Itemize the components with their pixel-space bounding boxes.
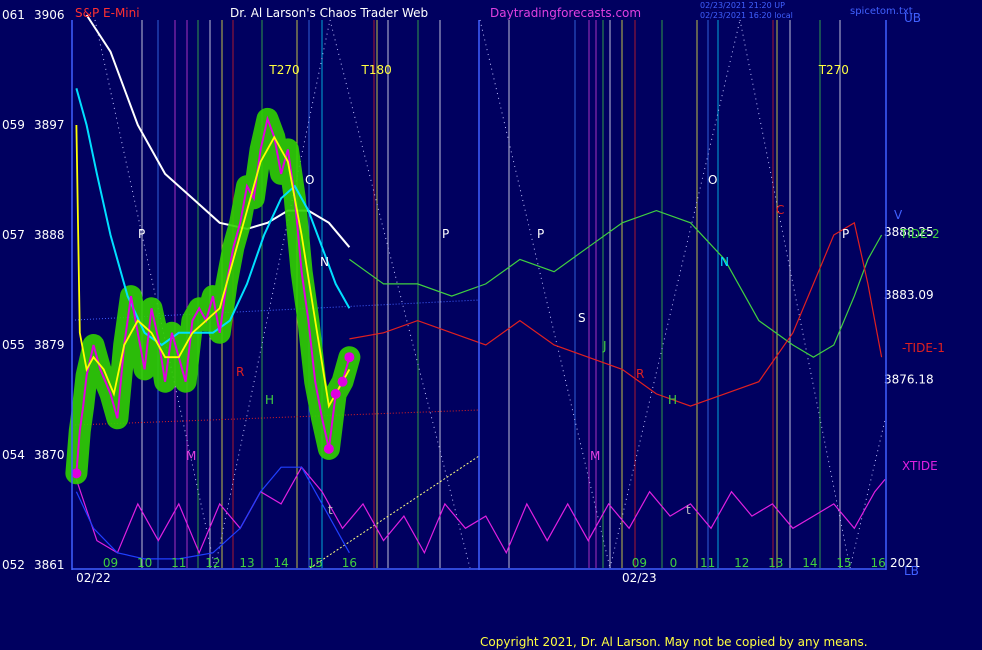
site-link[interactable]: Daytradingforecasts.com — [490, 6, 641, 20]
x-hour-label: 15 — [836, 556, 851, 570]
planet-letter: R — [636, 367, 644, 381]
x-hour-label: 16 — [342, 556, 357, 570]
planet-letter: H — [668, 393, 677, 407]
planet-letter: t — [686, 503, 691, 517]
copyright-footer: Copyright 2021, Dr. Al Larson. May not b… — [480, 635, 868, 649]
planet-letter: P — [442, 227, 449, 241]
x-hour-label: 09 — [632, 556, 647, 570]
price-point — [330, 388, 341, 399]
right-level-label: 3883.09 — [884, 288, 934, 302]
curve-label: XTIDE — [902, 459, 938, 473]
corner-label-top: UB — [904, 11, 921, 25]
right-level-label: 3876.18 — [884, 372, 934, 386]
price-point — [323, 443, 334, 454]
planet-letter: R — [236, 365, 244, 379]
corner-label-bottom: LB — [904, 564, 919, 578]
x-hour-label: 13 — [768, 556, 783, 570]
x-hour-label: 10 — [137, 556, 152, 570]
y-price-label: 3897 — [34, 118, 65, 132]
price-point — [344, 352, 355, 363]
chart-title: Dr. Al Larson's Chaos Trader Web — [230, 6, 428, 20]
planet-letter: H — [265, 393, 274, 407]
time-marker-label: T180 — [361, 63, 392, 77]
x-hour-label: 16 — [871, 556, 886, 570]
planet-letter: S — [578, 311, 586, 325]
planet-letter: N — [720, 255, 729, 269]
x-hour-label: 11 — [171, 556, 186, 570]
planet-letter: t — [328, 503, 333, 517]
planet-letter: O — [305, 173, 314, 187]
x-hour-label: 11 — [700, 556, 715, 570]
timestamp-1: 02/23/2021 21:20 UP — [700, 1, 785, 10]
x-date-label: 02/22 — [76, 571, 111, 585]
price-point — [337, 376, 348, 387]
x-hour-label: 14 — [273, 556, 288, 570]
planet-letter: J — [602, 339, 607, 353]
y-price-label: 3870 — [34, 448, 65, 462]
x-hour-label: 12 — [734, 556, 749, 570]
x-hour-label: 09 — [103, 556, 118, 570]
x-hour-label: 12 — [205, 556, 220, 570]
time-marker-label: T270 — [818, 63, 849, 77]
timestamp-2: 02/23/2021 16:20 local — [700, 11, 793, 20]
planet-letter: C — [776, 203, 784, 217]
curve-label: -TIDE-1 — [902, 341, 945, 355]
price-point — [71, 468, 82, 479]
x-hour-label: 13 — [239, 556, 254, 570]
planet-letter: P — [537, 227, 544, 241]
planet-letter: V — [894, 208, 903, 222]
y-index-label: 052 — [2, 558, 25, 572]
y-price-label: 3861 — [34, 558, 65, 572]
y-price-label: 3888 — [34, 228, 65, 242]
planet-letter: N — [320, 255, 329, 269]
x-hour-label: 0 — [670, 556, 678, 570]
y-index-label: 061 — [2, 8, 25, 22]
y-index-label: 059 — [2, 118, 25, 132]
planet-letter: P — [842, 227, 849, 241]
planet-letter: P — [138, 227, 145, 241]
planet-letter: M — [186, 449, 196, 463]
symbol-title: S&P E-Mini — [75, 6, 140, 20]
x-hour-label: 15 — [308, 556, 323, 570]
curve-label: TIDE-2 — [899, 227, 940, 241]
planet-letter: O — [708, 173, 717, 187]
y-price-label: 3879 — [34, 338, 65, 352]
planet-letter: M — [590, 449, 600, 463]
time-marker-label: T270 — [268, 63, 299, 77]
x-hour-label: 14 — [802, 556, 817, 570]
y-index-label: 054 — [2, 448, 25, 462]
y-index-label: 057 — [2, 228, 25, 242]
chaos-trader-chart: 061 3906 059 3897 057 3888 055 3879 054 3870 052 38… — [0, 0, 982, 650]
y-index-label: 055 — [2, 338, 25, 352]
y-price-label: 3906 — [34, 8, 65, 22]
x-date-label: 02/23 — [622, 571, 657, 585]
